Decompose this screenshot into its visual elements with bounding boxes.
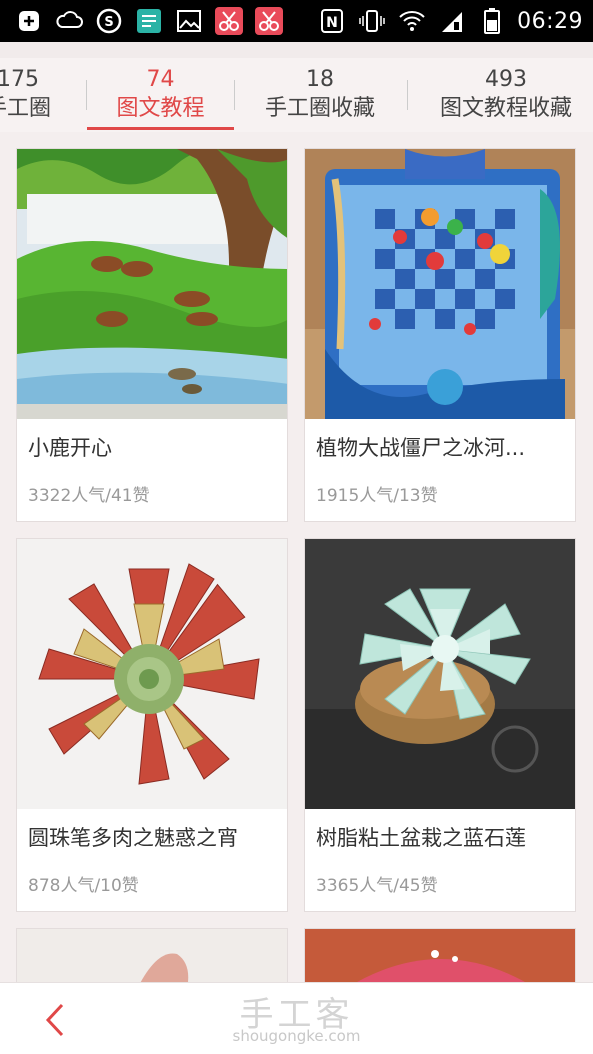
vibrate-icon [357,6,387,36]
wifi-icon [397,6,427,36]
deer-landscape-image [17,149,287,419]
sogou-icon: S [94,6,124,36]
card-stats: 3322人气/41赞 [28,486,150,506]
card-title: 植物大战僵尸之冰河... [316,436,526,460]
tab-count: 493 [485,67,527,92]
active-tab-indicator [87,127,234,130]
signal-icon [437,6,467,36]
tab-divider [234,80,235,110]
pvz-clay-board-image [305,149,575,419]
nfc-icon: N [317,6,347,36]
succulent-drawing-image [17,539,287,809]
shield-app-icon [134,6,164,36]
gallery-icon [174,6,204,36]
tab-count: 18 [306,67,334,92]
notification-icons: S [14,6,284,36]
card-image-partial [305,929,575,987]
clock: 06:29 [517,8,583,34]
bottom-bar: 手工客 shougongke.com [0,982,593,1054]
tab-count: 175 [0,67,39,92]
tab-count: 74 [146,67,175,92]
add-notification-icon [14,6,44,36]
tutorial-card[interactable]: 植物大战僵尸之冰河... 1915人气/13赞 [304,148,576,522]
tab-label: 图文教程收藏 [439,96,572,121]
system-icons: N 06:29 [317,6,583,36]
card-title: 小鹿开心 [28,436,112,460]
card-stats: 878人气/10赞 [28,876,139,896]
battery-icon [477,6,507,36]
watermark-domain: shougongke.com [232,1027,361,1045]
tutorial-card-partial[interactable] [304,928,576,988]
scissors-app-icon-2 [254,6,284,36]
tab-circle-favorites[interactable]: 18 手工圈收藏 [245,58,395,124]
card-title: 圆珠笔多肉之魅惑之宵 [28,826,238,850]
card-image-partial [17,929,287,987]
header-spacer [0,42,593,58]
blue-succulent-pot-image [305,539,575,809]
svg-text:S: S [104,15,113,30]
tab-label: 图文教程 [116,96,205,121]
tutorial-card[interactable]: 树脂粘土盆栽之蓝石莲 3365人气/45赞 [304,538,576,912]
card-stats: 3365人气/45赞 [316,876,438,896]
tab-label: 手工圈 [0,96,51,121]
tab-tutorials[interactable]: 74 图文教程 [88,58,233,124]
tab-divider [407,80,408,110]
scissors-app-icon [214,6,244,36]
svg-text:N: N [326,15,338,31]
tab-handcraft-circle[interactable]: 175 手工圈 [0,58,78,124]
tab-divider [86,80,87,110]
tutorial-card-partial[interactable] [16,928,288,988]
tutorial-card[interactable]: 小鹿开心 3322人气/41赞 [16,148,288,522]
status-bar: S N 06:29 [0,0,593,42]
tutorial-card[interactable]: 圆珠笔多肉之魅惑之宵 878人气/10赞 [16,538,288,912]
card-stats: 1915人气/13赞 [316,486,438,506]
card-title: 树脂粘土盆栽之蓝石莲 [316,826,526,850]
tab-label: 手工圈收藏 [264,96,375,121]
tab-tutorial-favorites[interactable]: 493 图文教程收藏 [420,58,592,124]
tab-bar: 175 手工圈 74 图文教程 18 手工圈收藏 493 图文教程收藏 [0,58,593,132]
cloud-icon [54,6,84,36]
